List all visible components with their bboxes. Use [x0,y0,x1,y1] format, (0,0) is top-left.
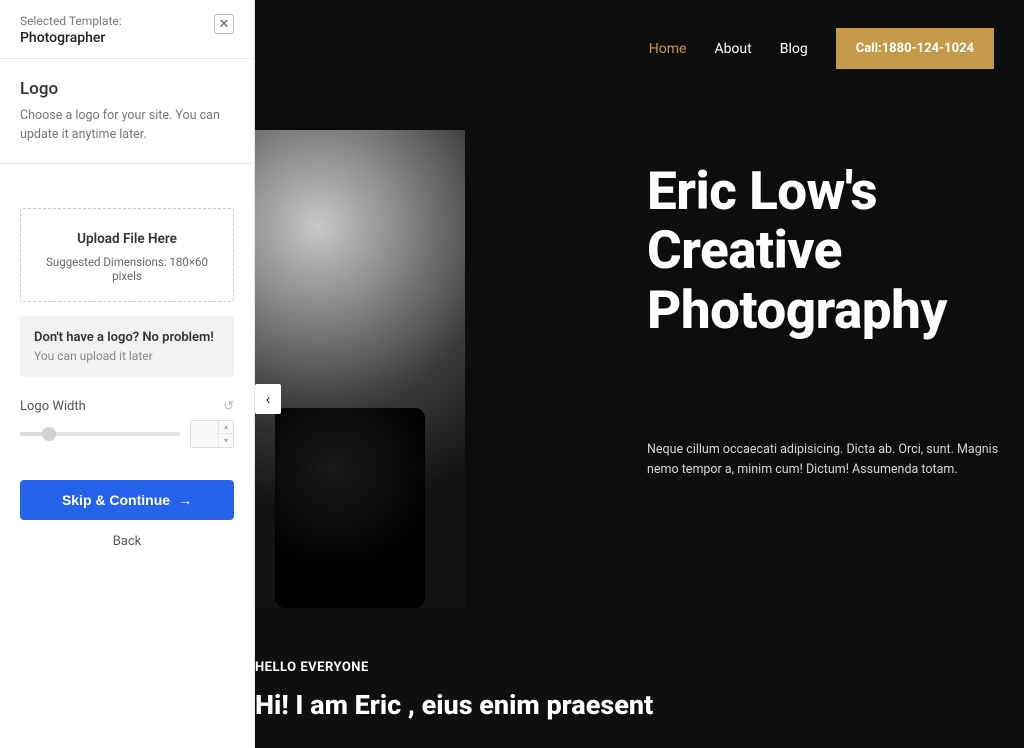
section-description: Choose a logo for your site. You can upd… [0,103,254,163]
sidebar-header: Selected Template: Photographer ✕ [0,0,254,59]
hero-section: Home About Blog Call:1880-124-1024 Eric … [255,0,1024,608]
intro-eyebrow: HELLO EVERYONE [255,660,1024,675]
selected-template-name: Photographer [20,30,122,46]
hero-paragraph: Neque cillum occaecati adipisicing. Dict… [647,440,1007,480]
chevron-left-icon: ‹ [266,390,271,408]
close-icon: ✕ [219,17,230,32]
nav-blog[interactable]: Blog [780,41,808,57]
logo-upload-dropzone[interactable]: Upload File Here Suggested Dimensions: 1… [20,208,234,302]
logo-width-row: Logo Width ↺ [0,377,254,420]
spinner-down-icon[interactable]: ▾ [219,434,233,447]
skip-continue-label: Skip & Continue [62,492,170,508]
no-logo-title: Don't have a logo? No problem! [34,330,220,345]
upload-title: Upload File Here [31,231,223,247]
intro-section: HELLO EVERYONE Hi! I am Eric , eius enim… [255,660,1024,721]
nav-about[interactable]: About [714,41,751,57]
intro-title: Hi! I am Eric , eius enim praesent [255,689,1024,721]
hero-photo-placeholder [255,130,465,608]
template-info: Selected Template: Photographer [20,14,122,46]
nav-home[interactable]: Home [649,41,687,57]
logo-width-control: ▴ ▾ [0,420,254,470]
reset-icon[interactable]: ↺ [223,399,234,414]
hero-title: Eric Low's Creative Photography [647,162,1007,340]
arrow-right-icon: → [178,492,192,508]
slider-thumb[interactable] [42,427,56,441]
back-link[interactable]: Back [0,534,254,549]
divider [0,163,254,164]
number-spinners: ▴ ▾ [218,421,233,447]
call-button[interactable]: Call:1880-124-1024 [836,28,994,69]
spinner-up-icon[interactable]: ▴ [219,421,233,434]
upload-suggested-dimensions: Suggested Dimensions: 180×60 pixels [31,255,223,283]
site-preview: Home About Blog Call:1880-124-1024 Eric … [255,0,1024,748]
no-logo-sub: You can upload it later [34,349,220,363]
close-button[interactable]: ✕ [214,14,234,34]
logo-width-number-input[interactable]: ▴ ▾ [190,420,234,448]
logo-width-slider[interactable] [20,432,180,436]
logo-width-label: Logo Width [20,399,86,414]
selected-template-label: Selected Template: [20,14,122,28]
prev-slide-button[interactable]: ‹ [255,384,281,414]
skip-continue-button[interactable]: Skip & Continue → [20,480,234,520]
section-heading: Logo [0,59,254,103]
customizer-sidebar: Selected Template: Photographer ✕ Logo C… [0,0,255,748]
main-nav: Home About Blog Call:1880-124-1024 [649,28,994,69]
no-logo-notice: Don't have a logo? No problem! You can u… [20,316,234,377]
